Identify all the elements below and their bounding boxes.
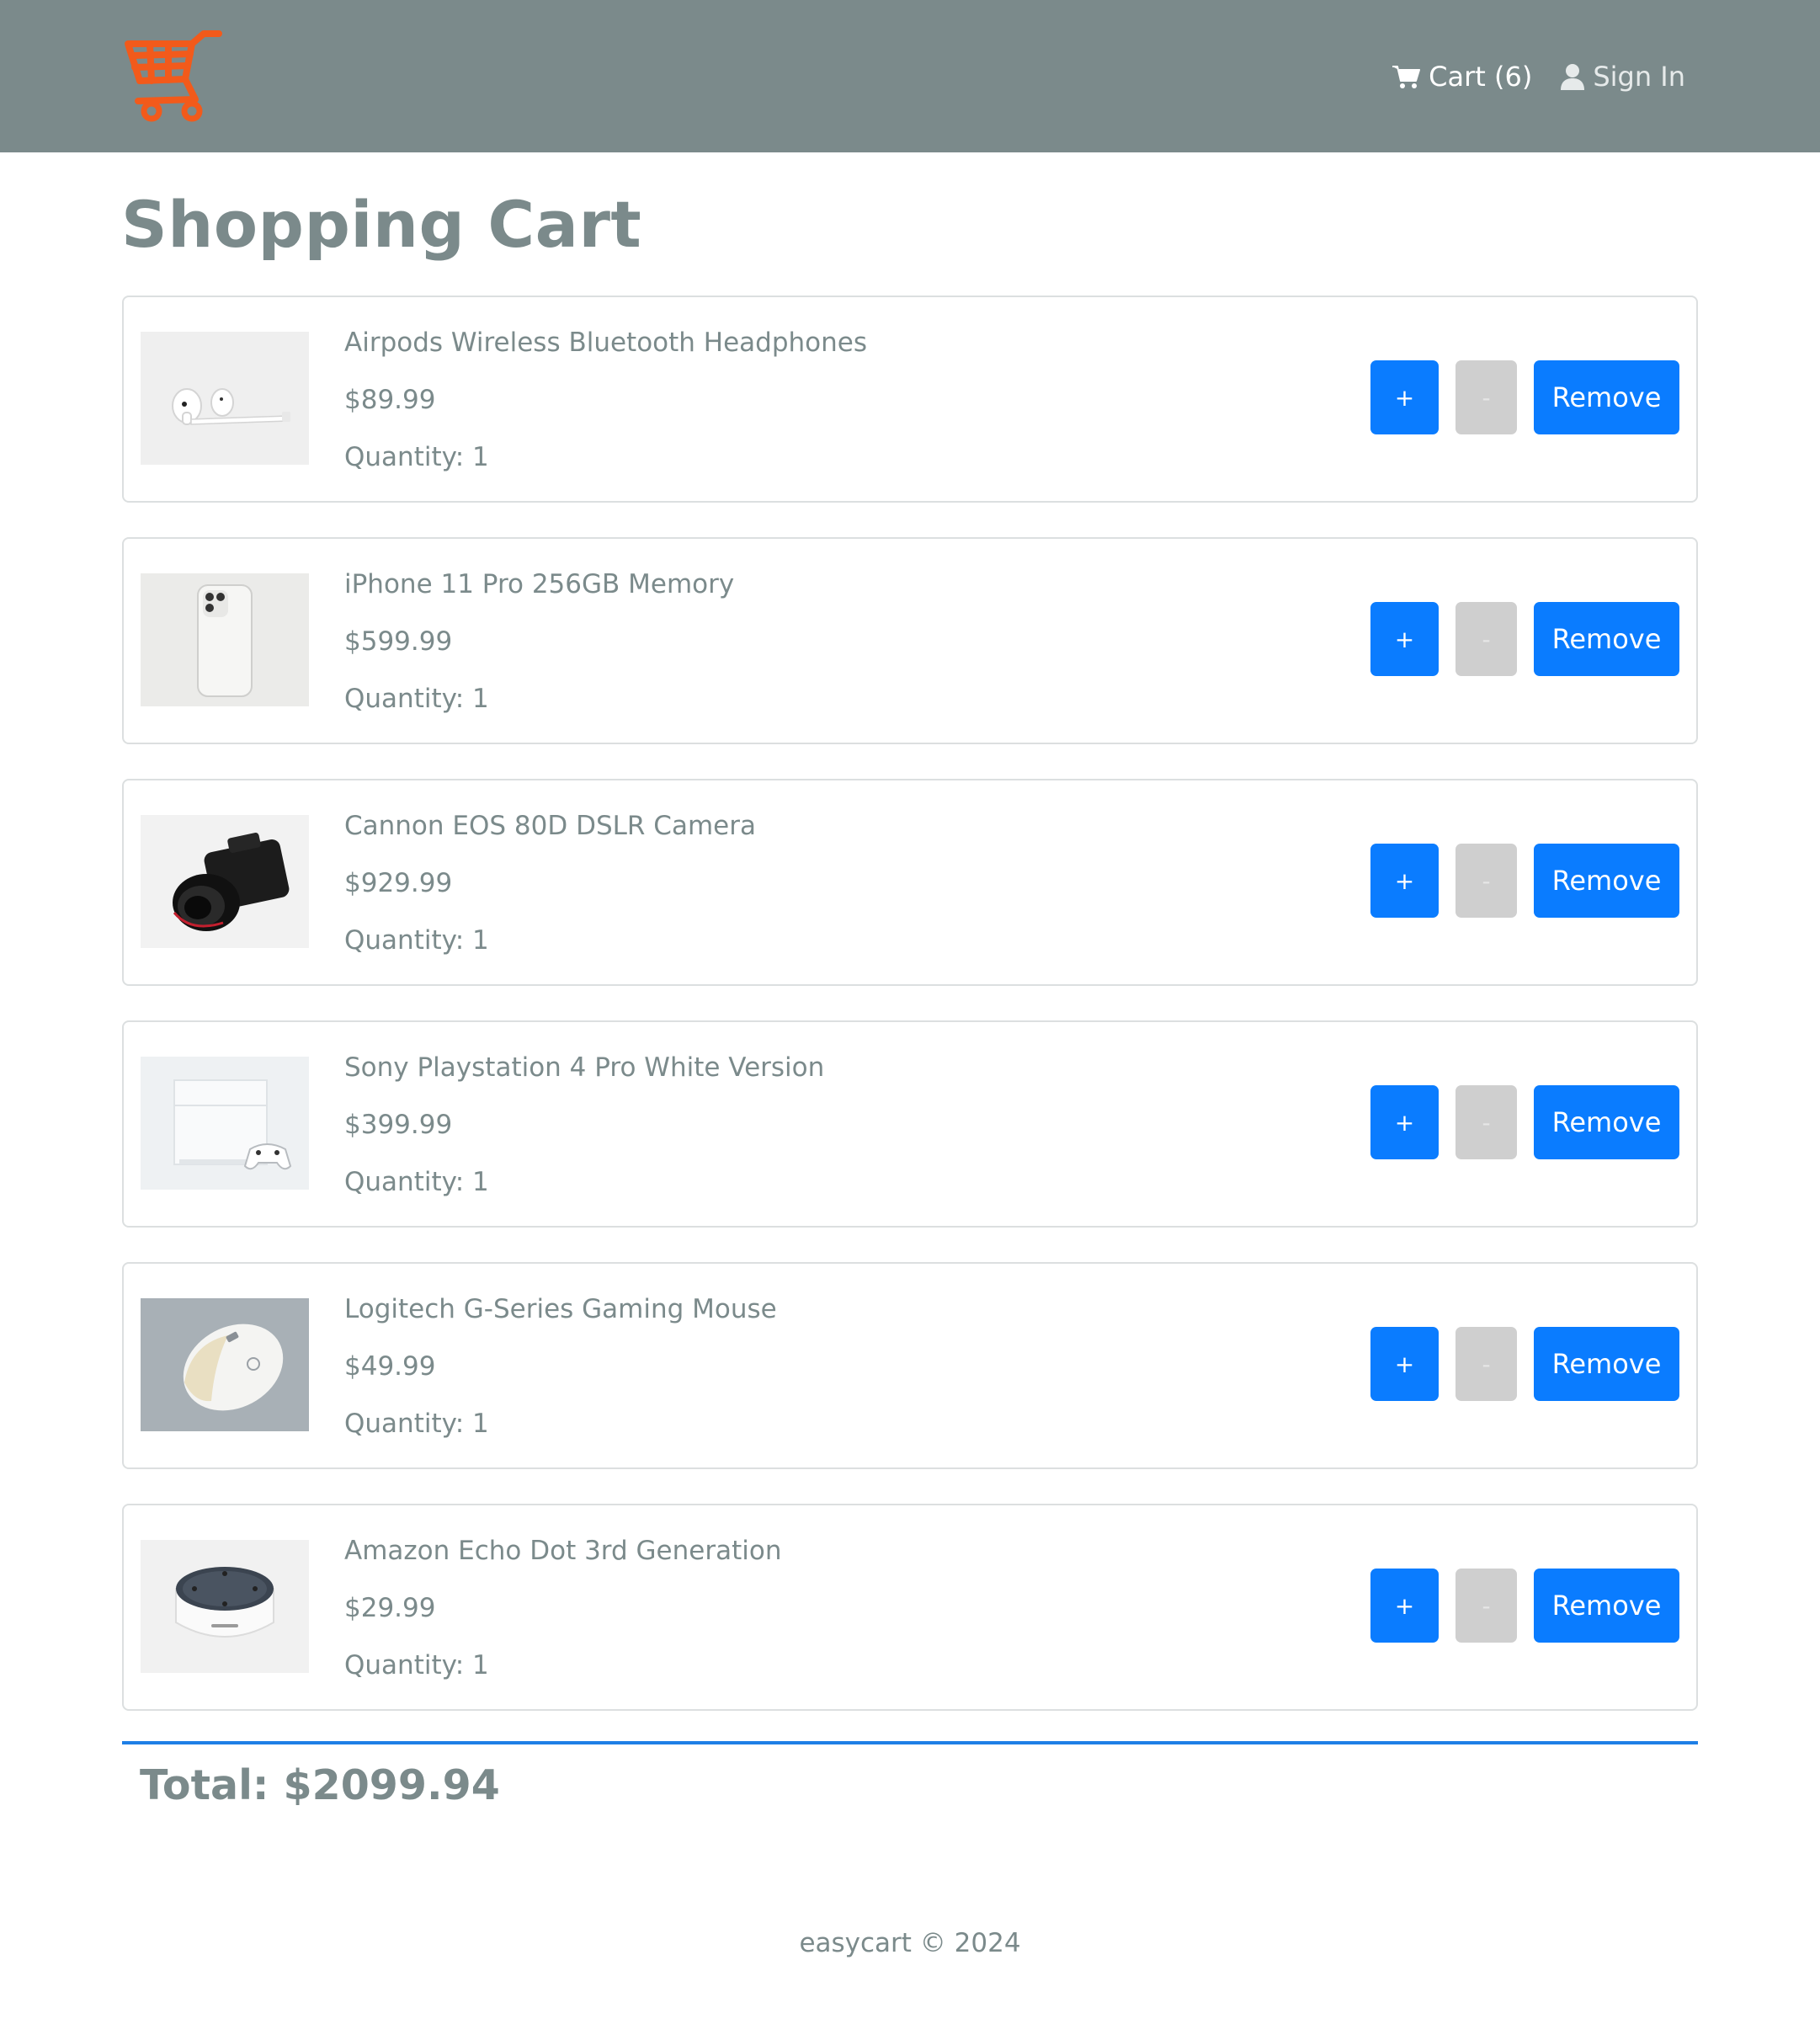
product-price: $399.99 [344, 1110, 453, 1140]
product-quantity: Quantity: 1 [344, 925, 489, 956]
remove-item-button[interactable]: Remove [1534, 602, 1679, 676]
product-price: $599.99 [344, 626, 453, 657]
navbar: Cart (6) Sign In [0, 0, 1820, 152]
decrease-quantity-button[interactable]: - [1455, 360, 1517, 434]
remove-item-button[interactable]: Remove [1534, 1085, 1679, 1159]
remove-item-button[interactable]: Remove [1534, 1569, 1679, 1643]
product-image[interactable] [141, 1057, 309, 1190]
camera-image [141, 815, 309, 948]
decrease-quantity-button[interactable]: - [1455, 1085, 1517, 1159]
item-actions: + - Remove [1370, 1327, 1679, 1401]
cart-item: Sony Playstation 4 Pro White Version $39… [122, 1020, 1698, 1228]
cart-icon [1392, 65, 1421, 88]
product-image[interactable] [141, 332, 309, 465]
footer: easycart © 2024 [0, 1928, 1820, 1958]
remove-item-button[interactable]: Remove [1534, 360, 1679, 434]
echo-dot-image [141, 1540, 309, 1673]
product-info: Amazon Echo Dot 3rd Generation $29.99 Qu… [344, 1527, 781, 1699]
item-actions: + - Remove [1370, 602, 1679, 676]
decrease-quantity-button[interactable]: - [1455, 1327, 1517, 1401]
product-info: Sony Playstation 4 Pro White Version $39… [344, 1044, 824, 1216]
item-actions: + - Remove [1370, 844, 1679, 918]
nav-links: Cart (6) Sign In [1392, 0, 1685, 152]
product-info: Logitech G-Series Gaming Mouse $49.99 Qu… [344, 1286, 777, 1457]
remove-item-button[interactable]: Remove [1534, 1327, 1679, 1401]
cart-item: iPhone 11 Pro 256GB Memory $599.99 Quant… [122, 537, 1698, 744]
product-quantity: Quantity: 1 [344, 1409, 489, 1439]
cart-list: Airpods Wireless Bluetooth Headphones $8… [122, 296, 1698, 1745]
product-quantity: Quantity: 1 [344, 1650, 489, 1680]
product-price: $89.99 [344, 385, 436, 415]
decrease-quantity-button[interactable]: - [1455, 844, 1517, 918]
mouse-image [141, 1298, 309, 1431]
footer-copyright: easycart © 2024 [799, 1928, 1021, 1958]
increase-quantity-button[interactable]: + [1370, 360, 1439, 434]
cart-item: Amazon Echo Dot 3rd Generation $29.99 Qu… [122, 1504, 1698, 1711]
product-info: Airpods Wireless Bluetooth Headphones $8… [344, 319, 867, 491]
product-image[interactable] [141, 815, 309, 948]
product-price: $929.99 [344, 868, 453, 898]
product-name[interactable]: Amazon Echo Dot 3rd Generation [344, 1527, 781, 1585]
product-name[interactable]: Airpods Wireless Bluetooth Headphones [344, 319, 867, 376]
increase-quantity-button[interactable]: + [1370, 1327, 1439, 1401]
product-image[interactable] [141, 573, 309, 706]
cart-item: Cannon EOS 80D DSLR Camera $929.99 Quant… [122, 779, 1698, 986]
increase-quantity-button[interactable]: + [1370, 844, 1439, 918]
airpods-image [141, 332, 309, 465]
cart-link[interactable]: Cart (6) [1392, 61, 1532, 93]
decrease-quantity-button[interactable]: - [1455, 602, 1517, 676]
item-actions: + - Remove [1370, 1569, 1679, 1643]
cart-item: Logitech G-Series Gaming Mouse $49.99 Qu… [122, 1262, 1698, 1469]
product-price: $29.99 [344, 1593, 436, 1623]
product-quantity: Quantity: 1 [344, 1167, 489, 1197]
product-name[interactable]: Logitech G-Series Gaming Mouse [344, 1286, 777, 1343]
product-name[interactable]: Cannon EOS 80D DSLR Camera [344, 802, 756, 860]
cart-total: Total: $2099.94 [140, 1761, 500, 1809]
sign-in-label: Sign In [1593, 60, 1685, 93]
logo-link[interactable] [121, 29, 226, 126]
increase-quantity-button[interactable]: + [1370, 1085, 1439, 1159]
increase-quantity-button[interactable]: + [1370, 602, 1439, 676]
product-quantity: Quantity: 1 [344, 442, 489, 472]
product-name[interactable]: Sony Playstation 4 Pro White Version [344, 1044, 824, 1101]
page-title: Shopping Cart [121, 187, 642, 262]
increase-quantity-button[interactable]: + [1370, 1569, 1439, 1643]
cart-link-label: Cart (6) [1429, 60, 1533, 93]
decrease-quantity-button[interactable]: - [1455, 1569, 1517, 1643]
product-image[interactable] [141, 1540, 309, 1673]
item-actions: + - Remove [1370, 360, 1679, 434]
user-icon [1561, 63, 1585, 90]
product-quantity: Quantity: 1 [344, 684, 489, 714]
product-info: Cannon EOS 80D DSLR Camera $929.99 Quant… [344, 802, 756, 974]
playstation-image [141, 1057, 309, 1190]
iphone-image [141, 573, 309, 706]
product-price: $49.99 [344, 1351, 436, 1382]
cart-item: Airpods Wireless Bluetooth Headphones $8… [122, 296, 1698, 503]
product-name[interactable]: iPhone 11 Pro 256GB Memory [344, 561, 734, 618]
total-divider [122, 1741, 1698, 1744]
item-actions: + - Remove [1370, 1085, 1679, 1159]
product-info: iPhone 11 Pro 256GB Memory $599.99 Quant… [344, 561, 734, 732]
remove-item-button[interactable]: Remove [1534, 844, 1679, 918]
shopping-cart-logo-icon [125, 30, 222, 122]
product-image[interactable] [141, 1298, 309, 1431]
sign-in-link[interactable]: Sign In [1561, 61, 1685, 93]
